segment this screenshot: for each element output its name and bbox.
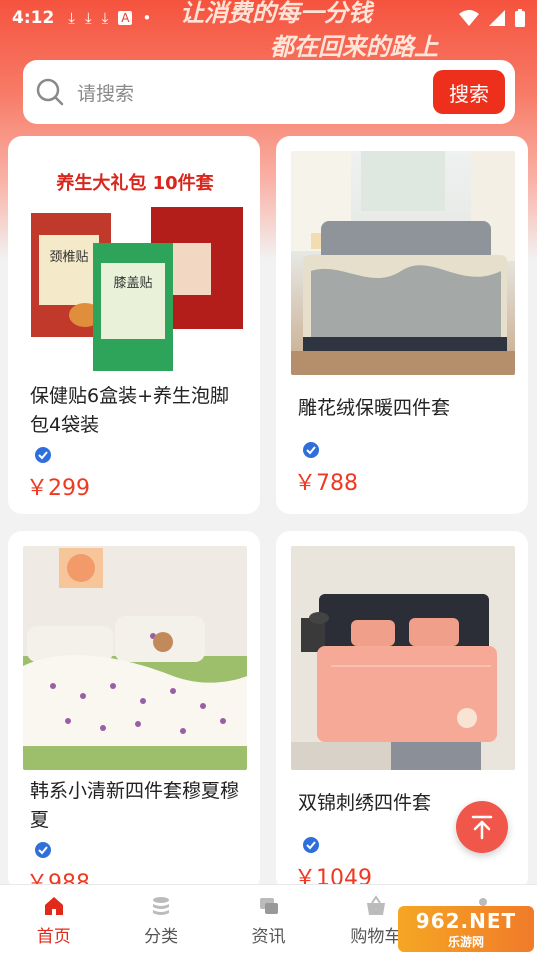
search-input[interactable]: 请搜索: [77, 79, 433, 106]
search-button[interactable]: 搜索: [433, 70, 505, 114]
status-time: 4:12: [12, 8, 55, 28]
verified-icon: [303, 837, 319, 853]
search-bar[interactable]: 请搜索 搜索: [23, 60, 515, 124]
nav-label: 首页: [36, 927, 71, 947]
product-image: [23, 546, 247, 770]
download-icon: ⤓: [101, 9, 109, 27]
product-card[interactable]: 雕花绒保暖四件套 ￥788: [276, 136, 528, 514]
product-title: 保健贴6盒装+养生泡脚包4袋装: [30, 385, 230, 436]
nav-label: 购物车: [350, 927, 402, 947]
nav-item-news[interactable]: 资讯: [215, 885, 322, 956]
product-title: 韩系小清新四件套穆夏穆夏: [30, 780, 240, 831]
news-icon: [259, 898, 278, 914]
watermark-sub: 乐游网: [447, 934, 484, 949]
category-icon: [153, 897, 170, 915]
wifi-icon: [459, 10, 479, 26]
nav-item-home[interactable]: 首页: [0, 885, 107, 956]
battery-icon: [515, 9, 525, 27]
watermark-main: 962.NET: [415, 908, 517, 933]
product-image: 养生大礼包 10件套 颈椎贴 膝盖贴: [23, 151, 247, 375]
download-icon: ⤓: [84, 9, 92, 27]
product-price: ￥299: [26, 476, 90, 501]
ad-icon: A: [118, 11, 133, 25]
image-label-1: 颈椎贴: [49, 250, 88, 265]
arrow-up-icon: [471, 815, 493, 840]
nav-item-category[interactable]: 分类: [107, 885, 214, 956]
verified-icon: [35, 842, 51, 858]
signal-icon: [489, 10, 505, 26]
image-label-2: 膝盖贴: [113, 276, 152, 291]
home-icon: [44, 897, 63, 915]
status-bar: 4:12 ⤓ ⤓ ⤓ A •: [0, 0, 537, 36]
nav-label: 分类: [144, 927, 179, 947]
search-icon: [36, 78, 64, 106]
download-icon: ⤓: [68, 9, 75, 27]
watermark-logo: 962.NET 乐游网: [398, 906, 534, 952]
image-heading: 养生大礼包 10件套: [55, 172, 213, 194]
product-image: [291, 546, 515, 770]
product-image: [291, 151, 515, 375]
product-card[interactable]: 养生大礼包 10件套 颈椎贴 膝盖贴 保健贴6盒装+养生泡脚包4袋装 ￥299: [8, 136, 260, 514]
product-card[interactable]: 韩系小清新四件套穆夏穆夏 ￥988: [8, 531, 260, 891]
back-to-top-button[interactable]: [456, 801, 508, 853]
cart-icon: [366, 895, 385, 915]
dot-icon: •: [142, 9, 152, 27]
product-price: ￥788: [294, 471, 358, 496]
verified-icon: [35, 447, 51, 463]
product-title: 雕花绒保暖四件套: [298, 397, 451, 419]
nav-label: 资讯: [251, 927, 286, 947]
verified-icon: [303, 442, 319, 458]
